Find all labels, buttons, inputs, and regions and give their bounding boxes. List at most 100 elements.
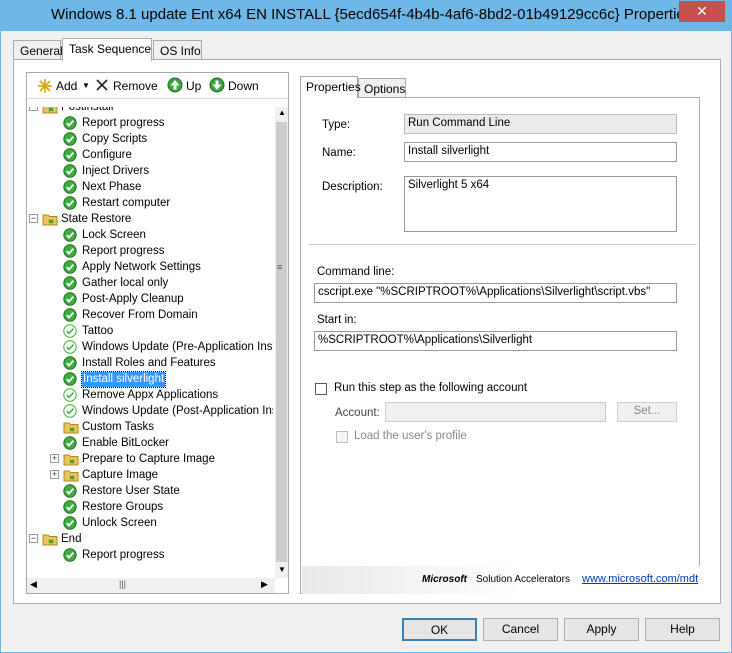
tree-item-label: Inject Drivers — [82, 165, 150, 177]
expand-icon[interactable]: + — [50, 470, 59, 479]
tree-step[interactable]: Post-Apply Cleanup — [27, 291, 273, 307]
tree-item-label: Install Roles and Features — [82, 357, 216, 369]
down-arrow-icon — [209, 77, 225, 93]
tree-item-label: Restore User State — [82, 485, 180, 497]
tree-item-label: Restore Groups — [82, 501, 164, 513]
run-as-account-checkbox[interactable] — [315, 383, 327, 395]
tree-step[interactable]: Report progress — [27, 115, 273, 131]
tree-group[interactable]: − State Restore — [27, 211, 273, 227]
title-bar[interactable]: Windows 8.1 update Ent x64 EN INSTALL {5… — [1, 1, 731, 31]
tree-step[interactable]: Copy Scripts — [27, 131, 273, 147]
tab-properties[interactable]: Properties — [300, 76, 361, 98]
start-in-input[interactable]: %SCRIPTROOT%\Applications\Silverlight — [314, 331, 677, 351]
step-check-icon — [63, 548, 77, 567]
tree-item-label: Copy Scripts — [82, 133, 148, 145]
mdt-link[interactable]: www.microsoft.com/mdt — [582, 573, 698, 585]
tree-group[interactable]: − End — [27, 531, 273, 547]
scroll-up-arrow-icon[interactable]: ▲ — [278, 108, 286, 117]
properties-panel: Type: Run Command Line Name: Install sil… — [300, 97, 700, 594]
tab-os-info[interactable]: OS Info — [153, 40, 202, 60]
description-label: Description: — [322, 181, 383, 193]
tab-options[interactable]: Options — [358, 78, 406, 98]
tree-item-label: Capture Image — [82, 469, 159, 481]
tree-step[interactable]: Inject Drivers — [27, 163, 273, 179]
up-label: Up — [186, 79, 202, 93]
tree-item-label: Gather local only — [82, 277, 169, 289]
down-label: Down — [228, 79, 259, 93]
properties-separator — [309, 244, 697, 245]
tree-group[interactable]: − Postinstall — [27, 107, 273, 115]
tree-item-label: Report progress — [82, 549, 165, 561]
load-profile-checkbox[interactable] — [336, 431, 348, 443]
collapse-icon[interactable]: − — [29, 534, 38, 543]
tree-step[interactable]: Report progress — [27, 243, 273, 259]
tab-general[interactable]: General — [13, 40, 63, 60]
up-arrow-icon — [167, 77, 183, 93]
tree-step[interactable]: Windows Update (Pre-Application Inst — [27, 339, 273, 355]
task-sequence-tree[interactable]: − Postinstall Report progress Copy Scripts C… — [27, 107, 273, 577]
close-button[interactable]: ✕ — [679, 1, 725, 22]
tree-item-label: Enable BitLocker — [82, 437, 169, 449]
tree-item-label: Post-Apply Cleanup — [82, 293, 184, 305]
step-properties-pane: Properties Options Type: Run Command Lin… — [300, 76, 705, 594]
tree-step[interactable]: Recover From Domain — [27, 307, 273, 323]
tree-group[interactable]: + Capture Image — [27, 467, 273, 483]
tree-step[interactable]: Gather local only — [27, 275, 273, 291]
tree-step[interactable]: Unlock Screen — [27, 515, 273, 531]
tree-group[interactable]: + Prepare to Capture Image — [27, 451, 273, 467]
branding-bar: Microsoft Solution Accelerators www.micr… — [302, 566, 700, 594]
tree-step[interactable]: Restore Groups — [27, 499, 273, 515]
command-line-label: Command line: — [317, 266, 395, 278]
tree-step[interactable]: Remove Appx Applications — [27, 387, 273, 403]
tree-step[interactable]: Enable BitLocker — [27, 435, 273, 451]
apply-button[interactable]: Apply — [564, 618, 639, 641]
tree-step[interactable]: Restore User State — [27, 483, 273, 499]
account-input[interactable] — [385, 402, 606, 422]
tree-step[interactable]: Install silverlight — [27, 371, 273, 388]
tree-item-label: Unlock Screen — [82, 517, 157, 529]
scroll-down-arrow-icon[interactable]: ▼ — [278, 565, 286, 574]
load-profile-label: Load the user's profile — [354, 430, 467, 442]
vertical-scroll-thumb[interactable]: ≡ — [276, 122, 287, 562]
tree-step[interactable]: Install Roles and Features — [27, 355, 273, 371]
expand-icon[interactable]: + — [50, 454, 59, 463]
collapse-icon[interactable]: − — [29, 107, 38, 111]
tree-step[interactable]: Windows Update (Post-Application Ins — [27, 403, 273, 419]
tree-toolbar: Add ▼ Remove Up Down — [27, 73, 288, 99]
scroll-left-arrow-icon[interactable]: ◀ — [30, 579, 37, 590]
tree-step[interactable]: Next Phase — [27, 179, 273, 195]
type-label: Type: — [322, 119, 351, 131]
tree-item-label: Lock Screen — [82, 229, 146, 241]
tree-item-label: Configure — [82, 149, 132, 161]
tree-item-label: Install silverlight — [80, 371, 167, 388]
task-sequence-tree-pane: Add ▼ Remove Up Down Postinstall Report … — [26, 72, 289, 594]
collapse-icon[interactable]: − — [29, 214, 38, 223]
tree-item-label: Windows Update (Pre-Application Inst — [82, 341, 273, 353]
tree-step[interactable]: Configure — [27, 147, 273, 163]
tree-vertical-scrollbar[interactable]: ▲ ≡ ▼ — [275, 107, 288, 578]
tree-horizontal-scrollbar[interactable]: ◀ ||| ▶ — [27, 578, 275, 593]
help-button[interactable]: Help — [645, 618, 720, 641]
tree-item-label: Custom Tasks — [82, 421, 155, 433]
name-input[interactable]: Install silverlight — [404, 142, 677, 162]
tree-step[interactable]: Apply Network Settings — [27, 259, 273, 275]
tree-step[interactable]: Tattoo — [27, 323, 273, 339]
tree-group[interactable]: Custom Tasks — [27, 419, 273, 435]
set-account-button[interactable]: Set... — [617, 402, 677, 422]
tree-step[interactable]: Report progress — [27, 547, 273, 563]
tab-task-sequence[interactable]: Task Sequence — [62, 38, 152, 61]
ok-button[interactable]: OK — [402, 618, 477, 641]
tree-item-label: Recover From Domain — [82, 309, 198, 321]
tree-item-label: Apply Network Settings — [82, 261, 201, 273]
tree-item-label: Report progress — [82, 245, 165, 257]
add-star-icon — [38, 79, 52, 93]
description-textarea[interactable]: Silverlight 5 x64 — [404, 176, 677, 232]
tree-step[interactable]: Lock Screen — [27, 227, 273, 243]
command-line-input[interactable]: cscript.exe "%SCRIPTROOT%\Applications\S… — [314, 283, 677, 303]
run-as-account-label: Run this step as the following account — [334, 382, 528, 394]
scroll-right-arrow-icon[interactable]: ▶ — [261, 579, 268, 590]
cancel-button[interactable]: Cancel — [483, 618, 558, 641]
window-title: Windows 8.1 update Ent x64 EN INSTALL {5… — [51, 6, 693, 23]
h-grip-icon[interactable]: ||| — [119, 579, 126, 589]
tree-step[interactable]: Restart computer — [27, 195, 273, 211]
